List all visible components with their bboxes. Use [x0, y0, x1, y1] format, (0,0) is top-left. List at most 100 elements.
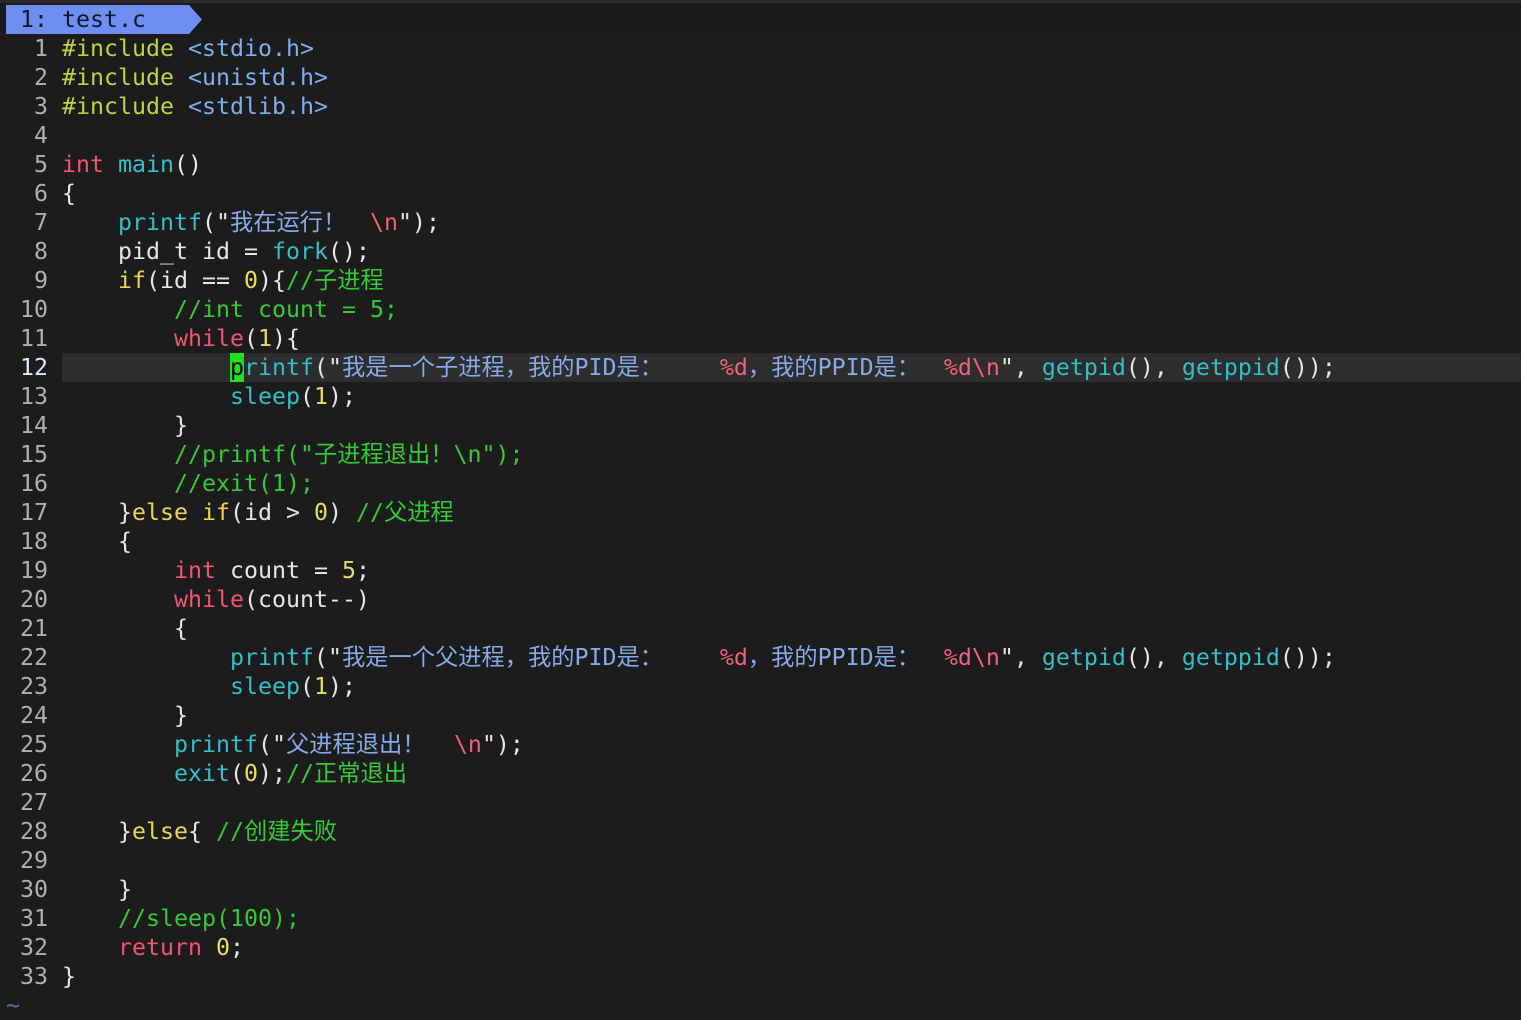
editor-buffer[interactable]: 1 #include <stdio.h> 2 #include <unistd.h> 3… [0, 34, 1521, 1020]
line-code[interactable]: printf("父进程退出！ \n"); [62, 730, 1521, 759]
code-line[interactable]: 4 [0, 121, 1521, 150]
line-code[interactable]: } [62, 701, 1521, 730]
code-line[interactable]: 5 int main() [0, 150, 1521, 179]
line-number: 31 [20, 905, 48, 932]
line-code[interactable]: { [62, 527, 1521, 556]
code-token: return [62, 934, 202, 961]
line-code[interactable] [62, 121, 1521, 150]
line-number: 9 [34, 267, 48, 294]
line-number: 21 [20, 615, 48, 642]
line-code[interactable] [62, 788, 1521, 817]
line-code[interactable]: //printf("子进程退出！\n"); [62, 440, 1521, 469]
code-line[interactable]: 7 printf("我在运行！ \n"); [0, 208, 1521, 237]
code-token: ( [229, 760, 244, 787]
line-code[interactable]: { [62, 179, 1521, 208]
line-code[interactable]: pid_t id = fork(); [62, 237, 1521, 266]
line-code[interactable]: sleep(1); [62, 382, 1521, 411]
code-line[interactable]: 13 sleep(1); [0, 382, 1521, 411]
tab-test-c[interactable]: 1: test.c [6, 5, 202, 34]
code-line[interactable]: 2 #include <unistd.h> [0, 63, 1521, 92]
line-code[interactable]: //int count = 5; [62, 295, 1521, 324]
code-token: { [62, 615, 188, 642]
line-code[interactable]: //sleep(100); [62, 904, 1521, 933]
code-line[interactable]: 18 { [0, 527, 1521, 556]
line-code[interactable]: int main() [62, 150, 1521, 179]
code-token: ", [999, 354, 1042, 381]
code-token: "); [481, 731, 524, 758]
empty-buffer-line: ~ [0, 991, 1521, 1020]
code-line[interactable]: 17 }else if(id > 0) //父进程 [0, 498, 1521, 527]
code-line-current[interactable]: 12 printf("我是一个子进程，我的PID是： %d，我的PPID是： %d\… [0, 353, 1521, 382]
code-token: #include [62, 35, 174, 62]
code-line[interactable]: 24 } [0, 701, 1521, 730]
code-line[interactable]: 15 //printf("子进程退出！\n"); [0, 440, 1521, 469]
code-line[interactable]: 21 { [0, 614, 1521, 643]
line-code[interactable]: printf("我在运行！ \n"); [62, 208, 1521, 237]
code-line[interactable]: 33} [0, 962, 1521, 991]
code-line[interactable]: 27 [0, 788, 1521, 817]
line-code[interactable]: } [62, 875, 1521, 904]
code-line[interactable]: 10 //int count = 5; [0, 295, 1521, 324]
line-code[interactable]: }else if(id > 0) //父进程 [62, 498, 1521, 527]
line-number: 27 [20, 789, 48, 816]
code-token: ) [328, 499, 356, 526]
code-token: 0 [243, 267, 258, 294]
code-line[interactable]: 29 [0, 846, 1521, 875]
code-line[interactable]: 11 while(1){ [0, 324, 1521, 353]
code-token: ( [299, 673, 314, 700]
code-line[interactable]: 1 #include <stdio.h> [0, 34, 1521, 63]
code-line[interactable]: 8 pid_t id = fork(); [0, 237, 1521, 266]
line-code[interactable]: } [62, 962, 1521, 991]
code-token: ){ [271, 325, 300, 352]
code-line[interactable]: 3 #include <stdlib.h> [0, 92, 1521, 121]
line-number: 13 [20, 383, 48, 410]
code-token: (" [313, 354, 342, 381]
line-code[interactable]: if(id == 0){//子进程 [62, 266, 1521, 295]
code-line[interactable]: 19 int count = 5; [0, 556, 1521, 585]
line-code[interactable] [62, 846, 1521, 875]
code-line[interactable]: 25 printf("父进程退出！ \n"); [0, 730, 1521, 759]
code-line[interactable]: 30 } [0, 875, 1521, 904]
line-code[interactable]: #include <unistd.h> [62, 63, 1521, 92]
code-line[interactable]: 31 //sleep(100); [0, 904, 1521, 933]
code-token: 0 [314, 499, 328, 526]
code-token: } [62, 702, 188, 729]
line-number: 26 [20, 760, 48, 787]
code-line[interactable]: 20 while(count--) [0, 585, 1521, 614]
line-code[interactable]: printf("我是一个父进程，我的PID是： %d，我的PPID是： %d\n",… [62, 643, 1521, 672]
line-number: 6 [34, 180, 48, 207]
line-code[interactable]: //exit(1); [62, 469, 1521, 498]
code-line[interactable]: 16 //exit(1); [0, 469, 1521, 498]
line-number: 16 [20, 470, 48, 497]
line-code[interactable]: while(1){ [62, 324, 1521, 353]
line-code[interactable]: } [62, 411, 1521, 440]
line-code[interactable]: while(count--) [62, 585, 1521, 614]
line-code[interactable]: sleep(1); [62, 672, 1521, 701]
line-code[interactable]: { [62, 614, 1521, 643]
line-code[interactable]: return 0; [62, 933, 1521, 962]
code-token: else [132, 499, 188, 526]
line-code[interactable]: exit(0);//正常退出 [62, 759, 1521, 788]
code-line[interactable]: 6{ [0, 179, 1521, 208]
line-code[interactable]: printf("我是一个子进程，我的PID是： %d，我的PPID是： %d\n",… [62, 353, 1521, 382]
code-token: (" [257, 731, 286, 758]
code-line[interactable]: 26 exit(0);//正常退出 [0, 759, 1521, 788]
line-number: 32 [20, 934, 48, 961]
code-token: { [62, 180, 76, 207]
line-code[interactable]: }else{ //创建失败 [62, 817, 1521, 846]
code-token: 5 [341, 557, 356, 584]
line-code[interactable]: #include <stdio.h> [62, 34, 1521, 63]
code-line[interactable]: 22 printf("我是一个父进程，我的PID是： %d，我的PPID是： %d\… [0, 643, 1521, 672]
code-token: if [62, 267, 146, 294]
line-number: 14 [20, 412, 48, 439]
code-line[interactable]: 23 sleep(1); [0, 672, 1521, 701]
code-token: ()); [1279, 354, 1336, 381]
code-line[interactable]: 14 } [0, 411, 1521, 440]
code-line[interactable]: 28 }else{ //创建失败 [0, 817, 1521, 846]
line-code[interactable]: #include <stdlib.h> [62, 92, 1521, 121]
code-line[interactable]: 32 return 0; [0, 933, 1521, 962]
line-code[interactable]: int count = 5; [62, 556, 1521, 585]
code-line[interactable]: 9 if(id == 0){//子进程 [0, 266, 1521, 295]
